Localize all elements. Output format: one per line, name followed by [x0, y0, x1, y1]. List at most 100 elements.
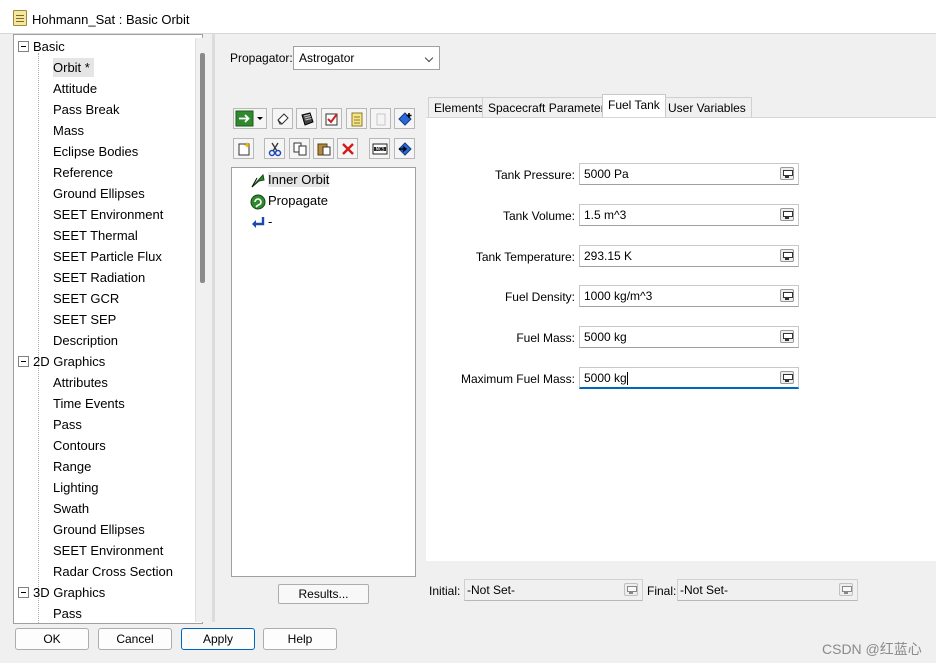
eraser-button[interactable]: [272, 108, 293, 129]
tree-item-seet-gcr[interactable]: SEET GCR: [53, 289, 123, 308]
tab-user-variables[interactable]: User Variables: [662, 97, 752, 117]
tree-group-2d-graphics[interactable]: 2D Graphics: [18, 352, 105, 371]
return-arrow-icon: [252, 216, 265, 228]
tree-item-seet-sep[interactable]: SEET SEP: [53, 310, 120, 329]
document-icon: [376, 113, 385, 125]
chevron-down-icon: [424, 53, 434, 63]
units-picker-icon[interactable]: [780, 289, 794, 302]
tree-item-attitude[interactable]: Attitude: [53, 79, 101, 98]
tree-scrollbar[interactable]: [195, 38, 212, 622]
tree-item-orbit[interactable]: Orbit *: [53, 58, 94, 77]
tree-item-seet-thermal[interactable]: SEET Thermal: [53, 226, 142, 245]
copy-icon: [293, 142, 306, 155]
tab-fuel-tank[interactable]: Fuel Tank: [602, 94, 666, 117]
tree-item-description[interactable]: Description: [53, 331, 122, 350]
tree-item-seet-environment-2d[interactable]: SEET Environment: [53, 541, 167, 560]
tank-volume-input[interactable]: 1.5 m^3: [579, 204, 799, 226]
tree-connector: [38, 53, 39, 623]
tree-group-3d-graphics[interactable]: 3D Graphics: [18, 583, 105, 602]
units-picker-icon[interactable]: [780, 330, 794, 343]
collapse-icon[interactable]: [18, 41, 29, 53]
fuel-mass-input[interactable]: 5000 kg: [579, 326, 799, 348]
tree-item-eclipse-bodies[interactable]: Eclipse Bodies: [53, 142, 142, 161]
summary-button[interactable]: [321, 108, 342, 129]
scrollbar-thumb[interactable]: [200, 53, 205, 283]
tree-item-seet-particle-flux[interactable]: SEET Particle Flux: [53, 247, 166, 266]
run-mcs-button[interactable]: [394, 138, 415, 159]
initial-input[interactable]: -Not Set-: [464, 579, 643, 601]
units-picker-icon[interactable]: [780, 208, 794, 221]
tree-group-basic[interactable]: Basic: [18, 37, 65, 56]
mcs-icon: MCS: [372, 143, 387, 154]
insert-arrow-icon: [235, 110, 263, 127]
insert-segment-button[interactable]: [233, 108, 267, 129]
copy-button[interactable]: [289, 138, 310, 159]
tree-item-time-events[interactable]: Time Events: [53, 394, 129, 413]
propagate-icon: [250, 194, 266, 210]
tree-item-radar-cross-section[interactable]: Radar Cross Section: [53, 562, 177, 581]
dialog-footer: OK Cancel Apply Help CSDN @红蓝心: [0, 624, 936, 663]
paste-button[interactable]: [313, 138, 334, 159]
new-segment-button[interactable]: [233, 138, 254, 159]
tree-item-ground-ellipses-2d[interactable]: Ground Ellipses: [53, 520, 149, 539]
cancel-button[interactable]: Cancel: [98, 628, 172, 650]
units-picker-icon[interactable]: [780, 167, 794, 180]
cut-button[interactable]: [264, 138, 285, 159]
tree-item-pass-break[interactable]: Pass Break: [53, 100, 123, 119]
initial-label: Initial:: [429, 584, 461, 598]
collapse-icon[interactable]: [18, 587, 29, 599]
units-picker-icon[interactable]: [839, 583, 853, 596]
text-caret: [626, 372, 628, 386]
tree-item-pass-3d[interactable]: Pass: [53, 604, 86, 623]
sequence-item-inner-orbit[interactable]: Inner Orbit: [250, 171, 330, 189]
tree-item-swath[interactable]: Swath: [53, 499, 93, 518]
propagator-label: Propagator:: [230, 51, 293, 65]
tree-item-attributes[interactable]: Attributes: [53, 373, 112, 392]
maximum-fuel-mass-input[interactable]: 5000 kg: [579, 367, 799, 389]
eraser-icon: [276, 112, 289, 124]
paste-icon: [317, 143, 330, 155]
tank-pressure-label: Tank Pressure:: [494, 168, 575, 182]
sequence-item-return[interactable]: -: [250, 213, 272, 231]
apply-button[interactable]: Apply: [181, 628, 255, 650]
tank-pressure-input[interactable]: 5000 Pa: [579, 163, 799, 185]
units-picker-icon[interactable]: [780, 371, 794, 384]
window-title: Hohmann_Sat : Basic Orbit: [32, 12, 190, 27]
delete-button[interactable]: [337, 138, 358, 159]
fuel-density-input[interactable]: 1000 kg/m^3: [579, 285, 799, 307]
tank-temperature-input[interactable]: 293.15 K: [579, 245, 799, 267]
properties-tree: Basic Orbit * Attitude Pass Break Mass E…: [13, 34, 203, 624]
svg-text:MCS: MCS: [375, 146, 384, 151]
tree-item-pass[interactable]: Pass: [53, 415, 86, 434]
stack-icon: [300, 111, 314, 126]
propagator-select[interactable]: Astrogator: [293, 46, 440, 70]
collapse-icon[interactable]: [18, 356, 29, 368]
tree-item-range[interactable]: Range: [53, 457, 95, 476]
final-input[interactable]: -Not Set-: [677, 579, 858, 601]
tree-item-seet-environment[interactable]: SEET Environment: [53, 205, 167, 224]
help-button[interactable]: Help: [263, 628, 337, 650]
units-picker-icon[interactable]: [780, 249, 794, 262]
insert-mcs-button[interactable]: [394, 108, 415, 129]
tree-item-seet-radiation[interactable]: SEET Radiation: [53, 268, 149, 287]
mission-sequence-list[interactable]: Inner Orbit Propagate -: [231, 167, 416, 577]
tree-item-contours[interactable]: Contours: [53, 436, 110, 455]
diamond-arrow-icon: [397, 141, 412, 156]
tree-item-mass[interactable]: Mass: [53, 121, 88, 140]
fuel-mass-label: Fuel Mass:: [516, 331, 575, 345]
ok-button[interactable]: OK: [15, 628, 89, 650]
sequence-item-propagate[interactable]: Propagate: [250, 192, 328, 210]
tree-item-ground-ellipses[interactable]: Ground Ellipses: [53, 184, 149, 203]
mcs-options-button[interactable]: MCS: [369, 138, 390, 159]
tab-spacecraft-parameters[interactable]: Spacecraft Parameters: [482, 97, 617, 117]
tank-volume-label: Tank Volume:: [502, 209, 575, 223]
units-picker-icon[interactable]: [624, 583, 638, 596]
properties-button[interactable]: [296, 108, 317, 129]
tree-item-lighting[interactable]: Lighting: [53, 478, 103, 497]
notes-button[interactable]: [346, 108, 367, 129]
results-button[interactable]: Results...: [278, 584, 369, 604]
copy-disabled-button[interactable]: [370, 108, 391, 129]
tab-elements[interactable]: Elements: [428, 97, 491, 117]
tree-item-reference[interactable]: Reference: [53, 163, 117, 182]
maximum-fuel-mass-label: Maximum Fuel Mass:: [460, 372, 575, 386]
